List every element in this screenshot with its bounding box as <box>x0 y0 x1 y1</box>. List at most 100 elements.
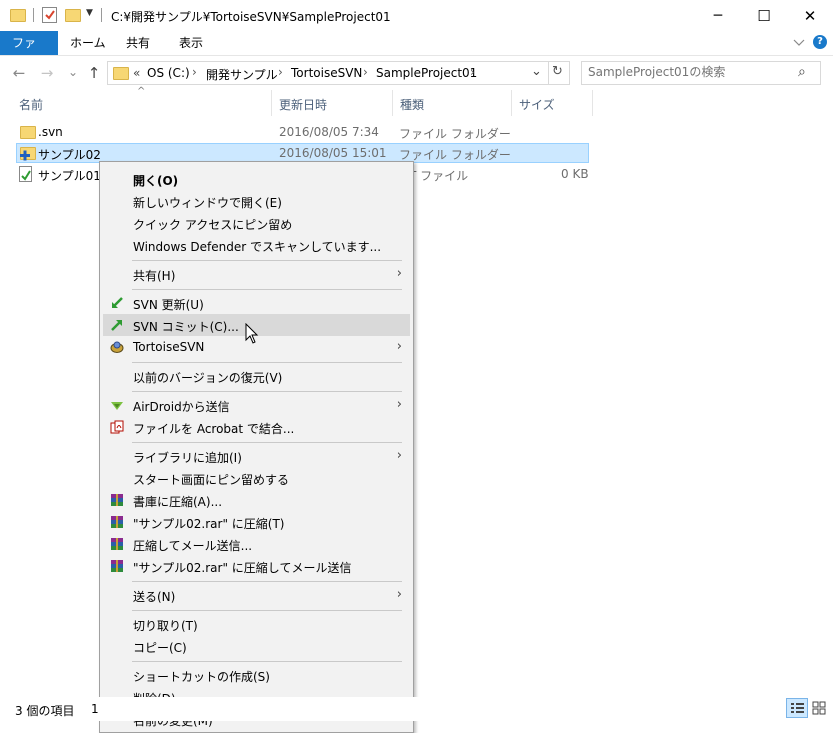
chevron-right-icon: › <box>396 587 402 602</box>
menu-item-add-to-library[interactable]: ライブラリに追加(I) › <box>103 445 410 467</box>
menu-item-label: Windows Defender でスキャンしています... <box>133 240 382 254</box>
svn-commit-icon <box>110 318 124 332</box>
menu-item-compress-rar[interactable]: "サンプル02.rar" に圧縮(T) <box>103 511 410 533</box>
search-icon[interactable]: ⌕ <box>798 64 806 80</box>
address-bar[interactable]: « OS (C:) › 開発サンプル › TortoiseSVN › Sampl… <box>107 61 549 85</box>
chevron-right-icon[interactable]: › <box>363 65 368 79</box>
menu-item-svn-update[interactable]: SVN 更新(U) <box>103 292 410 314</box>
menu-separator <box>132 391 402 392</box>
menu-item-label: SVN コミット(C)... <box>133 320 239 334</box>
column-header-modified[interactable]: 更新日時 <box>279 96 327 113</box>
address-dropdown-icon[interactable]: ⌄ <box>531 64 542 79</box>
file-type: ファイル フォルダー <box>399 127 511 141</box>
folder-icon[interactable] <box>10 9 26 22</box>
back-button[interactable]: ← <box>10 64 28 82</box>
winrar-icon <box>110 515 124 529</box>
menu-item-open-new-window[interactable]: 新しいウィンドウで開く(E) <box>103 190 410 212</box>
tortoisesvn-icon <box>110 340 124 354</box>
column-divider[interactable] <box>511 90 512 116</box>
file-name: .svn <box>38 125 63 139</box>
menu-item-restore-previous[interactable]: 以前のバージョンの復元(V) <box>103 365 410 387</box>
menu-item-add-to-archive[interactable]: 書庫に圧縮(A)... <box>103 489 410 511</box>
search-input[interactable] <box>588 64 788 80</box>
column-divider[interactable] <box>271 90 272 116</box>
file-modified: 2016/08/05 15:01 <box>279 146 387 160</box>
breadcrumb-dev-sample[interactable]: 開発サンプル <box>206 66 278 83</box>
menu-item-compress-email[interactable]: 圧縮してメール送信... <box>103 533 410 555</box>
breadcrumb-os-c[interactable]: OS (C:) <box>147 66 190 80</box>
file-name: サンプル02 <box>38 148 101 162</box>
menu-item-label: AirDroidから送信 <box>133 400 230 414</box>
menu-separator <box>132 260 402 261</box>
minimize-button[interactable]: ─ <box>695 0 741 31</box>
up-button[interactable]: ↑ <box>85 64 103 82</box>
chevron-right-icon[interactable]: › <box>470 65 475 79</box>
menu-item-label: クイック アクセスにピン留め <box>133 218 293 232</box>
tab-home[interactable]: ホーム <box>58 31 118 55</box>
chevron-right-icon: › <box>396 339 402 354</box>
tab-view[interactable]: 表示 <box>167 31 215 55</box>
forward-button[interactable]: → <box>38 64 56 82</box>
svn-update-icon <box>110 296 124 310</box>
search-box[interactable]: ⌕ <box>581 61 821 85</box>
menu-item-label: 切り取り(T) <box>133 619 198 633</box>
menu-item-label: TortoiseSVN <box>133 340 205 354</box>
svn-added-folder-icon <box>20 147 36 161</box>
recent-locations-button[interactable]: ⌄ <box>64 63 82 81</box>
maximize-button[interactable]: ☐ <box>741 0 787 31</box>
menu-item-acrobat-combine[interactable]: ファイルを Acrobat で結合... <box>103 416 410 438</box>
menu-item-pin-start[interactable]: スタート画面にピン留めする <box>103 467 410 489</box>
breadcrumb-sampleproject01[interactable]: SampleProject01 <box>376 66 477 80</box>
item-count: 3 個の項目 <box>15 704 75 718</box>
menu-item-create-shortcut[interactable]: ショートカットの作成(S) <box>103 664 410 686</box>
chevron-right-icon[interactable]: › <box>278 65 283 79</box>
chevron-right-icon[interactable]: › <box>192 65 197 79</box>
column-divider[interactable] <box>392 90 393 116</box>
breadcrumb-tortoisesvn[interactable]: TortoiseSVN <box>291 66 362 80</box>
menu-separator <box>132 610 402 611</box>
help-icon[interactable]: ? <box>813 35 827 49</box>
menu-item-label: コピー(C) <box>133 641 187 655</box>
breadcrumb-overflow[interactable]: « <box>133 66 140 80</box>
file-row[interactable]: .svn 2016/08/05 7:34 ファイル フォルダー <box>16 122 589 142</box>
properties-icon[interactable] <box>42 7 57 23</box>
menu-separator <box>132 581 402 582</box>
chevron-down-icon[interactable] <box>793 35 805 49</box>
menu-item-send-to[interactable]: 送る(N) › <box>103 584 410 606</box>
tab-file[interactable]: ファイル <box>0 31 58 74</box>
new-folder-icon[interactable] <box>65 9 81 22</box>
refresh-icon: ↻ <box>552 64 563 79</box>
menu-item-open[interactable]: 開く(O) <box>103 168 410 190</box>
tab-share[interactable]: 共有 <box>114 31 162 55</box>
menu-item-compress-rar-email[interactable]: "サンプル02.rar" に圧縮してメール送信 <box>103 555 410 577</box>
menu-item-defender-scan[interactable]: Windows Defender でスキャンしています... <box>103 234 410 256</box>
refresh-button[interactable]: ↻ <box>548 61 570 85</box>
menu-item-label: 開く(O) <box>133 174 179 188</box>
column-header-name[interactable]: 名前 <box>19 96 43 113</box>
column-divider[interactable] <box>592 90 593 116</box>
status-bar: 3 個の項目 1 <box>0 697 833 721</box>
winrar-icon <box>110 559 124 573</box>
file-size: 0 KB <box>561 167 589 181</box>
file-row-selected[interactable]: サンプル02 2016/08/05 15:01 ファイル フォルダー <box>16 143 589 163</box>
large-icons-view-button[interactable] <box>809 698 829 716</box>
menu-item-label: SVN 更新(U) <box>133 298 204 312</box>
svn-text-file-icon <box>19 166 32 182</box>
divider <box>33 8 34 22</box>
column-header-size[interactable]: サイズ <box>519 96 555 113</box>
close-button[interactable]: ✕ <box>787 0 833 31</box>
menu-item-label: 送る(N) <box>133 590 176 604</box>
menu-item-share[interactable]: 共有(H) › <box>103 263 410 285</box>
menu-item-airdroid[interactable]: AirDroidから送信 › <box>103 394 410 416</box>
details-view-button[interactable] <box>786 698 808 718</box>
divider <box>101 8 102 22</box>
menu-item-copy[interactable]: コピー(C) <box>103 635 410 657</box>
column-header-type[interactable]: 種類 <box>400 96 424 113</box>
menu-item-label: "サンプル02.rar" に圧縮してメール送信 <box>133 561 352 575</box>
menu-separator <box>132 289 402 290</box>
customize-quick-access-icon[interactable]: ▼ <box>86 8 93 18</box>
mouse-pointer-icon <box>245 322 259 345</box>
folder-icon <box>113 67 129 80</box>
menu-item-cut[interactable]: 切り取り(T) <box>103 613 410 635</box>
menu-item-pin-quick-access[interactable]: クイック アクセスにピン留め <box>103 212 410 234</box>
